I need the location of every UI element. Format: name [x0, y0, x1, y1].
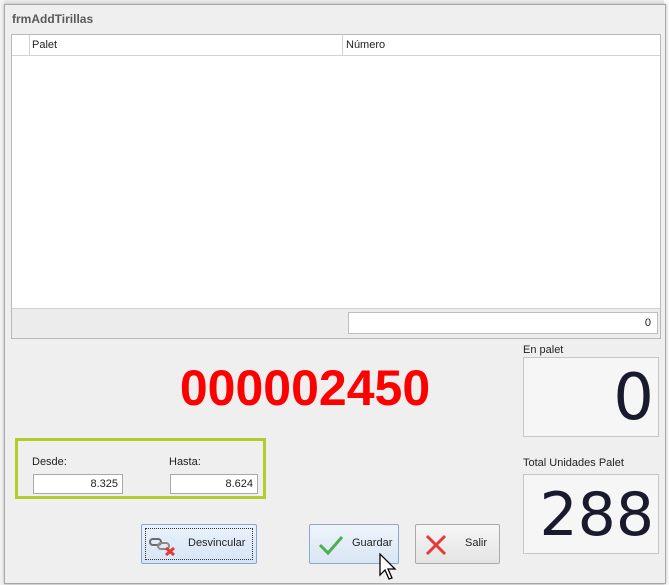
close-x-icon — [424, 534, 448, 559]
desde-label: Desde: — [32, 456, 67, 468]
column-header-palet[interactable]: Palet — [29, 35, 343, 55]
column-header-numero[interactable]: Número — [343, 35, 660, 55]
mouse-pointer-icon — [379, 552, 397, 584]
range-group: Desde: 8.325 Hasta: 8.624 — [15, 438, 266, 499]
palet-grid[interactable]: Palet Número 0 — [11, 34, 661, 339]
salir-button[interactable]: Salir — [415, 524, 500, 564]
grid-footer: 0 — [12, 308, 660, 338]
desde-input[interactable]: 8.325 — [33, 474, 123, 494]
window-title: frmAddTirillas — [12, 12, 94, 26]
row-indicator-header — [12, 35, 30, 55]
total-unidades-label: Total Unidades Palet — [523, 457, 624, 469]
total-unidades-value: 288 — [523, 474, 659, 554]
hasta-label: Hasta: — [169, 456, 201, 468]
en-palet-value: 0 — [523, 357, 659, 437]
salir-label: Salir — [465, 537, 488, 549]
desvincular-button[interactable]: Desvincular — [141, 524, 257, 564]
guardar-label: Guardar — [352, 537, 393, 549]
tirilla-number: 000002450 — [179, 360, 431, 416]
unlink-icon — [148, 534, 178, 559]
hasta-input[interactable]: 8.624 — [170, 474, 258, 494]
title-bar[interactable]: frmAddTirillas — [5, 5, 665, 31]
grid-header: Palet Número — [12, 35, 660, 56]
desvincular-label: Desvincular — [188, 537, 246, 549]
grid-footer-total: 0 — [348, 312, 658, 334]
en-palet-label: En palet — [523, 344, 564, 356]
check-icon — [317, 534, 345, 559]
